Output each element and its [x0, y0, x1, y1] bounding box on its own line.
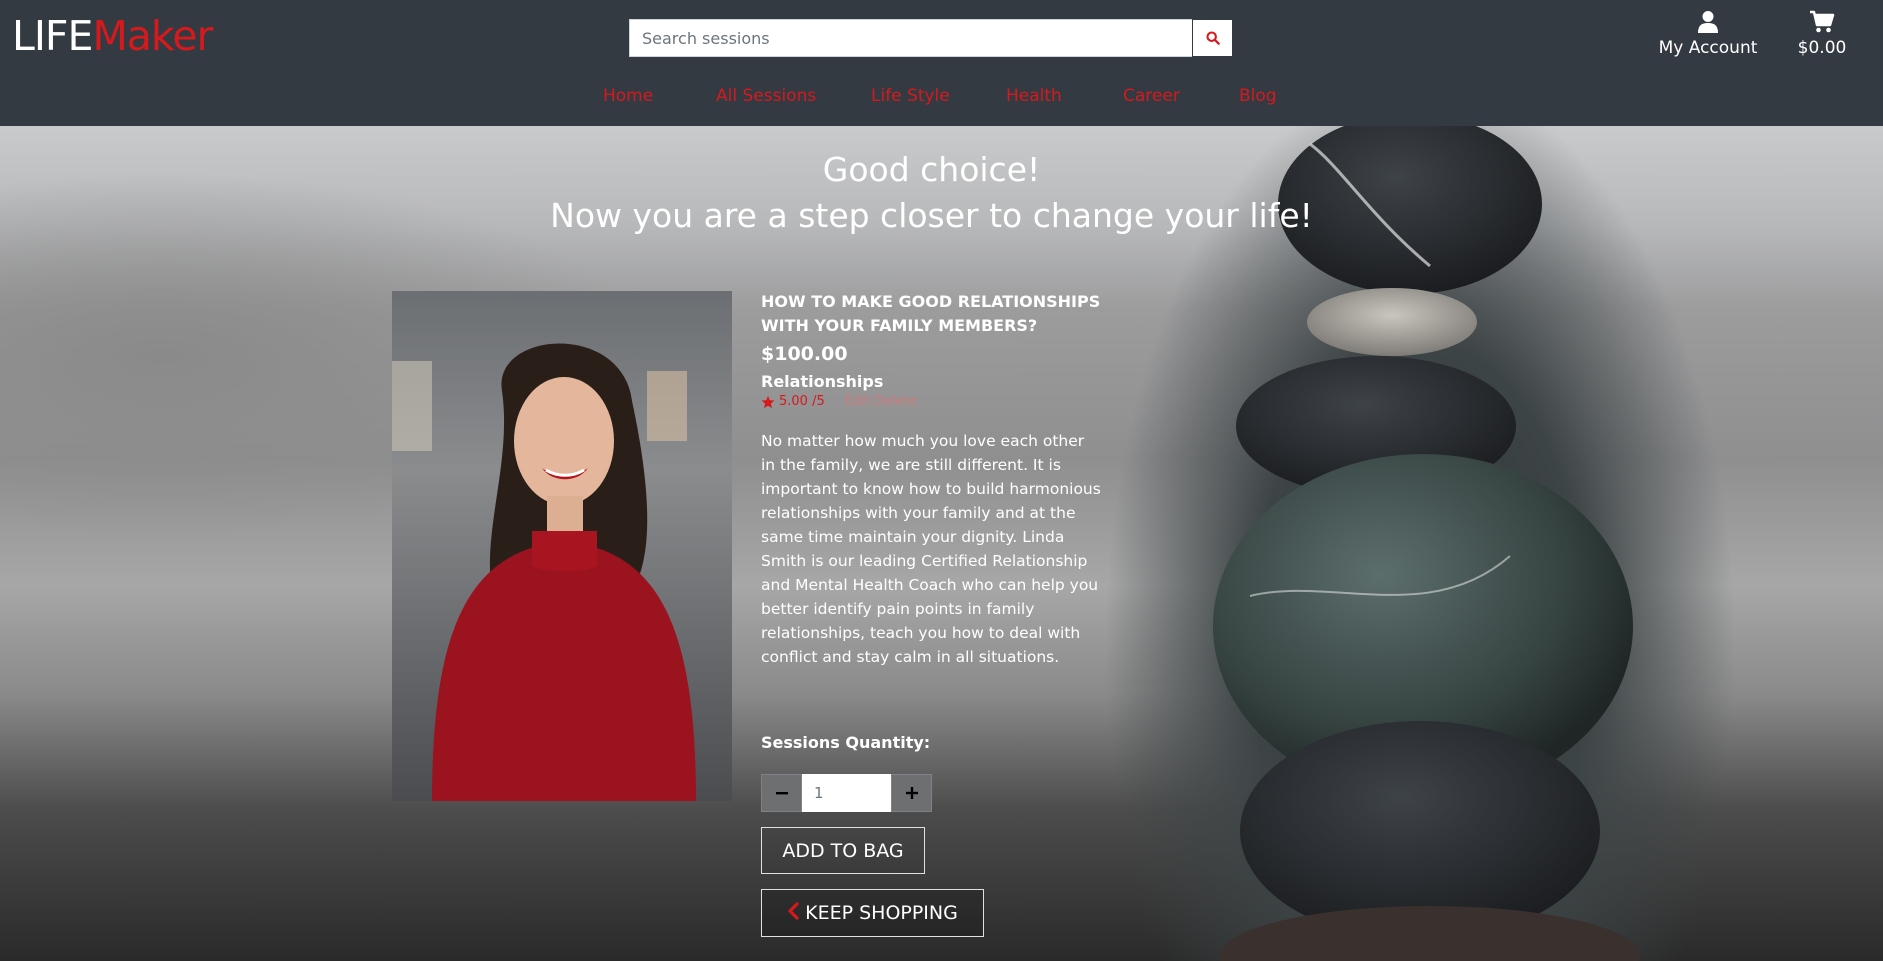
- shopping-cart-icon: [1810, 10, 1835, 33]
- plus-icon: [905, 787, 918, 799]
- hero-section: Good choice! Now you are a step closer t…: [0, 126, 1883, 961]
- nav-life-style[interactable]: Life Style: [871, 86, 950, 106]
- main-nav: Home All Sessions Life Style Health Care…: [0, 86, 1883, 110]
- keep-shopping-label: KEEP SHOPPING: [805, 902, 958, 924]
- decrement-button[interactable]: [761, 774, 802, 812]
- search-button[interactable]: [1192, 19, 1233, 57]
- keep-shopping-button[interactable]: KEEP SHOPPING: [761, 889, 984, 937]
- cart-total: $0.00: [1797, 38, 1847, 58]
- product-details: HOW TO MAKE GOOD RELATIONSHIPS WITH YOUR…: [761, 290, 1101, 669]
- chevron-left-icon: [787, 901, 799, 925]
- nav-career[interactable]: Career: [1123, 86, 1180, 106]
- nav-health[interactable]: Health: [1006, 86, 1062, 106]
- coach-photo: [392, 291, 732, 801]
- quantity-label: Sessions Quantity:: [761, 733, 931, 752]
- nav-blog[interactable]: Blog: [1239, 86, 1277, 106]
- background-stones-image: [1213, 126, 1640, 961]
- brand-logo-part1: LIFE: [12, 12, 93, 60]
- site-header: LIFEMaker My Account $: [0, 0, 1883, 126]
- cart-link[interactable]: $0.00: [1790, 10, 1854, 58]
- increment-button[interactable]: [891, 774, 932, 812]
- delete-link[interactable]: Delete: [874, 394, 917, 409]
- minus-icon: [775, 792, 788, 795]
- my-account-link[interactable]: My Account: [1655, 10, 1761, 58]
- hero-subheading: Now you are a step closer to change your…: [550, 196, 1313, 235]
- brand-logo[interactable]: LIFEMaker: [12, 12, 213, 60]
- search-icon: [1205, 31, 1220, 45]
- quantity-input[interactable]: [802, 774, 891, 812]
- user-icon: [1698, 11, 1718, 33]
- product-description: No matter how much you love each other i…: [761, 432, 1101, 666]
- product-category[interactable]: Relationships: [761, 372, 1101, 391]
- rating-row: 5.00 /5 Edit Delete: [761, 394, 1101, 409]
- product-rating: 5.00 /5: [779, 394, 825, 409]
- edit-link[interactable]: Edit: [845, 394, 870, 409]
- product-image: [392, 291, 732, 801]
- nav-all-sessions[interactable]: All Sessions: [716, 86, 816, 106]
- hero-heading: Good choice!: [822, 150, 1041, 189]
- quantity-stepper: [761, 774, 932, 812]
- search-input[interactable]: [629, 19, 1192, 57]
- product-title: HOW TO MAKE GOOD RELATIONSHIPS WITH YOUR…: [761, 292, 1101, 335]
- product-price: $100.00: [761, 343, 848, 365]
- nav-home[interactable]: Home: [603, 86, 653, 106]
- my-account-label: My Account: [1658, 38, 1758, 58]
- search-form: [629, 19, 1233, 57]
- add-to-bag-button[interactable]: ADD TO BAG: [761, 827, 925, 874]
- brand-logo-part2: Maker: [92, 12, 213, 60]
- star-icon: [761, 395, 775, 408]
